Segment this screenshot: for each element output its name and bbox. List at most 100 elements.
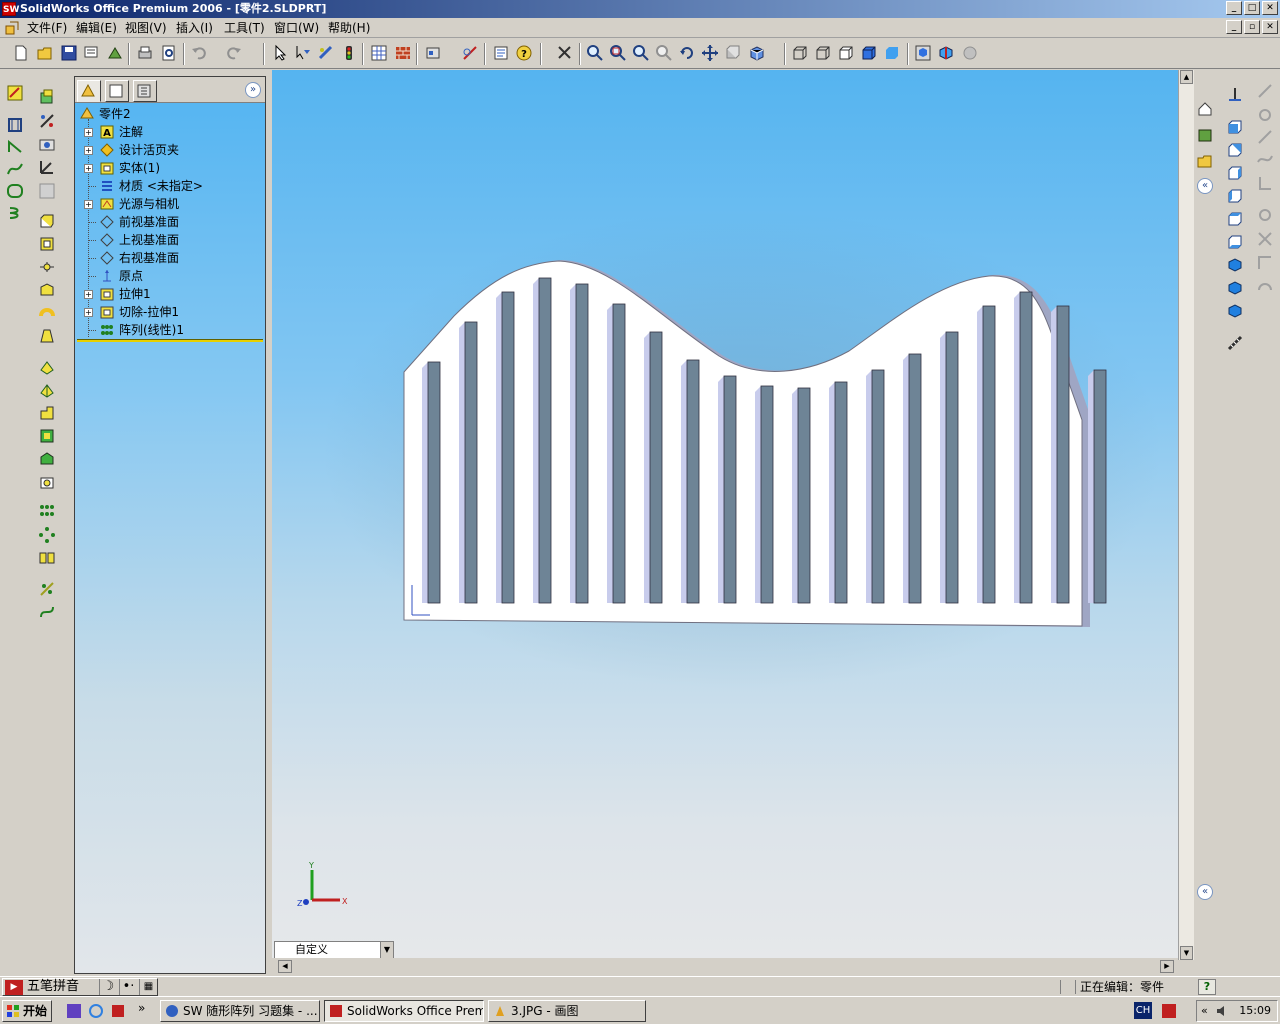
trimetric-view-icon[interactable] bbox=[1226, 279, 1244, 297]
extruded-boss-base-icon[interactable] bbox=[38, 212, 56, 230]
design-library-icon[interactable] bbox=[1196, 126, 1214, 144]
vertical-scrollbar[interactable]: ▲ ▼ bbox=[1178, 70, 1194, 960]
open-folder-icon[interactable] bbox=[36, 44, 54, 62]
scroll-right-icon[interactable]: ▶ bbox=[1160, 960, 1174, 973]
task-solidworks[interactable]: SolidWorks Office Premiu... bbox=[324, 1000, 484, 1022]
tab-property-manager[interactable] bbox=[105, 80, 129, 102]
scroll-down-icon[interactable]: ▼ bbox=[1180, 946, 1193, 960]
left-view-icon[interactable] bbox=[1226, 164, 1244, 182]
graphics-area[interactable]: Y X Z bbox=[272, 70, 1178, 960]
zoom-in-out-icon[interactable] bbox=[632, 44, 650, 62]
shell-icon[interactable] bbox=[38, 381, 56, 399]
tab-configuration-manager[interactable] bbox=[133, 80, 157, 102]
select-arrow-icon[interactable] bbox=[271, 44, 289, 62]
tree-item[interactable]: 阵列(线性)1 bbox=[75, 321, 265, 339]
right-view-icon[interactable] bbox=[1226, 187, 1244, 205]
redo-icon[interactable] bbox=[225, 44, 243, 62]
undo-icon[interactable] bbox=[190, 44, 208, 62]
smart-dimension-icon[interactable] bbox=[38, 112, 56, 130]
tree-item[interactable]: + 光源与相机 bbox=[75, 195, 265, 213]
pan-view-icon[interactable] bbox=[701, 44, 719, 62]
quicklaunch-more-icon[interactable]: » bbox=[138, 1001, 145, 1015]
helix-icon[interactable] bbox=[6, 204, 24, 222]
mirror-icon[interactable] bbox=[38, 549, 56, 567]
circular-pattern-icon[interactable] bbox=[38, 526, 56, 544]
bottom-view-icon[interactable] bbox=[1226, 233, 1244, 251]
tree-item[interactable]: + 实体(1) bbox=[75, 159, 265, 177]
start-button[interactable]: 开始 bbox=[2, 1000, 52, 1022]
chevron-down-icon[interactable]: ▼ bbox=[380, 942, 393, 958]
mirror-entities-icon[interactable] bbox=[1256, 230, 1274, 248]
view-orientation-icon[interactable] bbox=[556, 44, 574, 62]
hidden-lines-visible-icon[interactable] bbox=[814, 44, 832, 62]
measure-icon[interactable] bbox=[1226, 334, 1244, 352]
menu-file[interactable]: 文件(F) bbox=[24, 20, 70, 36]
tray-app-icon[interactable] bbox=[1160, 1002, 1178, 1020]
sketch-tool-icon[interactable] bbox=[461, 44, 479, 62]
convert-entities-icon[interactable] bbox=[1256, 128, 1274, 146]
tray-expand-icon[interactable]: « bbox=[1201, 1001, 1208, 1021]
menu-view[interactable]: 视图(V) bbox=[122, 20, 170, 36]
traffic-light-icon[interactable] bbox=[340, 44, 358, 62]
language-indicator[interactable]: CH bbox=[1134, 1002, 1152, 1019]
wireframe-icon[interactable] bbox=[791, 44, 809, 62]
brick-wall-icon[interactable] bbox=[394, 44, 412, 62]
curve-driven-pattern-icon[interactable] bbox=[38, 580, 56, 598]
tree-item[interactable]: 右视基准面 bbox=[75, 249, 265, 267]
menu-tools[interactable]: 工具(T) bbox=[221, 20, 268, 36]
menu-window[interactable]: 窗口(W) bbox=[271, 20, 322, 36]
top-view-icon[interactable] bbox=[1226, 210, 1244, 228]
punctuation-icon[interactable]: •· bbox=[119, 979, 137, 995]
extruded-cut-icon[interactable] bbox=[38, 235, 56, 253]
tree-item[interactable]: 上视基准面 bbox=[75, 231, 265, 249]
horizontal-scrollbar[interactable]: ◀ ▶ bbox=[272, 958, 1178, 975]
scroll-up-icon[interactable]: ▲ bbox=[1180, 70, 1193, 84]
zoom-area-icon[interactable] bbox=[609, 44, 627, 62]
zoom-to-fit-icon[interactable] bbox=[586, 44, 604, 62]
properties-icon[interactable] bbox=[492, 44, 510, 62]
print-document-icon[interactable] bbox=[83, 44, 101, 62]
quicklaunch-browser-icon[interactable] bbox=[66, 1003, 82, 1019]
tree-root[interactable]: 零件2 bbox=[75, 105, 265, 123]
moon-icon[interactable]: ☽ bbox=[99, 979, 117, 995]
back-view-icon[interactable] bbox=[1226, 141, 1244, 159]
help-question-icon[interactable]: ? bbox=[515, 44, 533, 62]
shadows-icon[interactable] bbox=[914, 44, 932, 62]
keyboard-icon[interactable]: ▦ bbox=[139, 979, 157, 995]
reference-geometry-icon[interactable] bbox=[38, 158, 56, 176]
options-grid-icon[interactable] bbox=[370, 44, 388, 62]
tree-expand-icon[interactable]: + bbox=[84, 146, 93, 155]
rib-icon[interactable] bbox=[38, 404, 56, 422]
sketch-driven-pattern-icon[interactable] bbox=[38, 603, 56, 621]
quicklaunch-ie-icon[interactable] bbox=[88, 1003, 104, 1019]
sketch-icon[interactable] bbox=[6, 84, 24, 102]
split-entities-icon[interactable] bbox=[1256, 206, 1274, 224]
shaded-with-edges-icon[interactable] bbox=[860, 44, 878, 62]
collapse-pane-icon[interactable]: « bbox=[1197, 178, 1213, 194]
hole-wizard-icon[interactable] bbox=[38, 473, 56, 491]
doc-close-button[interactable]: ✕ bbox=[1262, 20, 1278, 34]
scroll-left-icon[interactable]: ◀ bbox=[278, 960, 292, 973]
task-paint[interactable]: 3.JPG - 画图 bbox=[488, 1000, 646, 1022]
linear-pattern-tool-icon[interactable] bbox=[38, 502, 56, 520]
task-sw-exercises[interactable]: SW 随形阵列 习题集 - ... bbox=[160, 1000, 320, 1022]
zoom-selection-icon[interactable] bbox=[655, 44, 673, 62]
trim-icon[interactable] bbox=[1256, 150, 1274, 168]
rotate-entities-icon[interactable] bbox=[1256, 276, 1274, 294]
dome-icon[interactable] bbox=[38, 427, 56, 445]
revolve-icon[interactable] bbox=[38, 281, 56, 299]
dimetric-view-icon[interactable] bbox=[1226, 302, 1244, 320]
tab-feature-manager[interactable] bbox=[77, 80, 101, 102]
doc-restore-button[interactable]: ▫ bbox=[1244, 20, 1260, 34]
tree-item[interactable]: + 设计活页夹 bbox=[75, 141, 265, 159]
save-icon[interactable] bbox=[60, 44, 78, 62]
spline-icon[interactable] bbox=[6, 160, 24, 178]
realview-icon[interactable] bbox=[961, 44, 979, 62]
select-filter-icon[interactable] bbox=[294, 44, 312, 62]
insert-component-icon[interactable] bbox=[424, 44, 442, 62]
title-bar[interactable]: SW SolidWorks Office Premium 2006 - [零件2… bbox=[0, 0, 1280, 18]
tree-item[interactable]: 材质 <未指定> bbox=[75, 177, 265, 195]
standard-views-icon[interactable] bbox=[748, 44, 766, 62]
maximize-button[interactable]: □ bbox=[1244, 1, 1260, 15]
front-view-icon[interactable] bbox=[1226, 118, 1244, 136]
